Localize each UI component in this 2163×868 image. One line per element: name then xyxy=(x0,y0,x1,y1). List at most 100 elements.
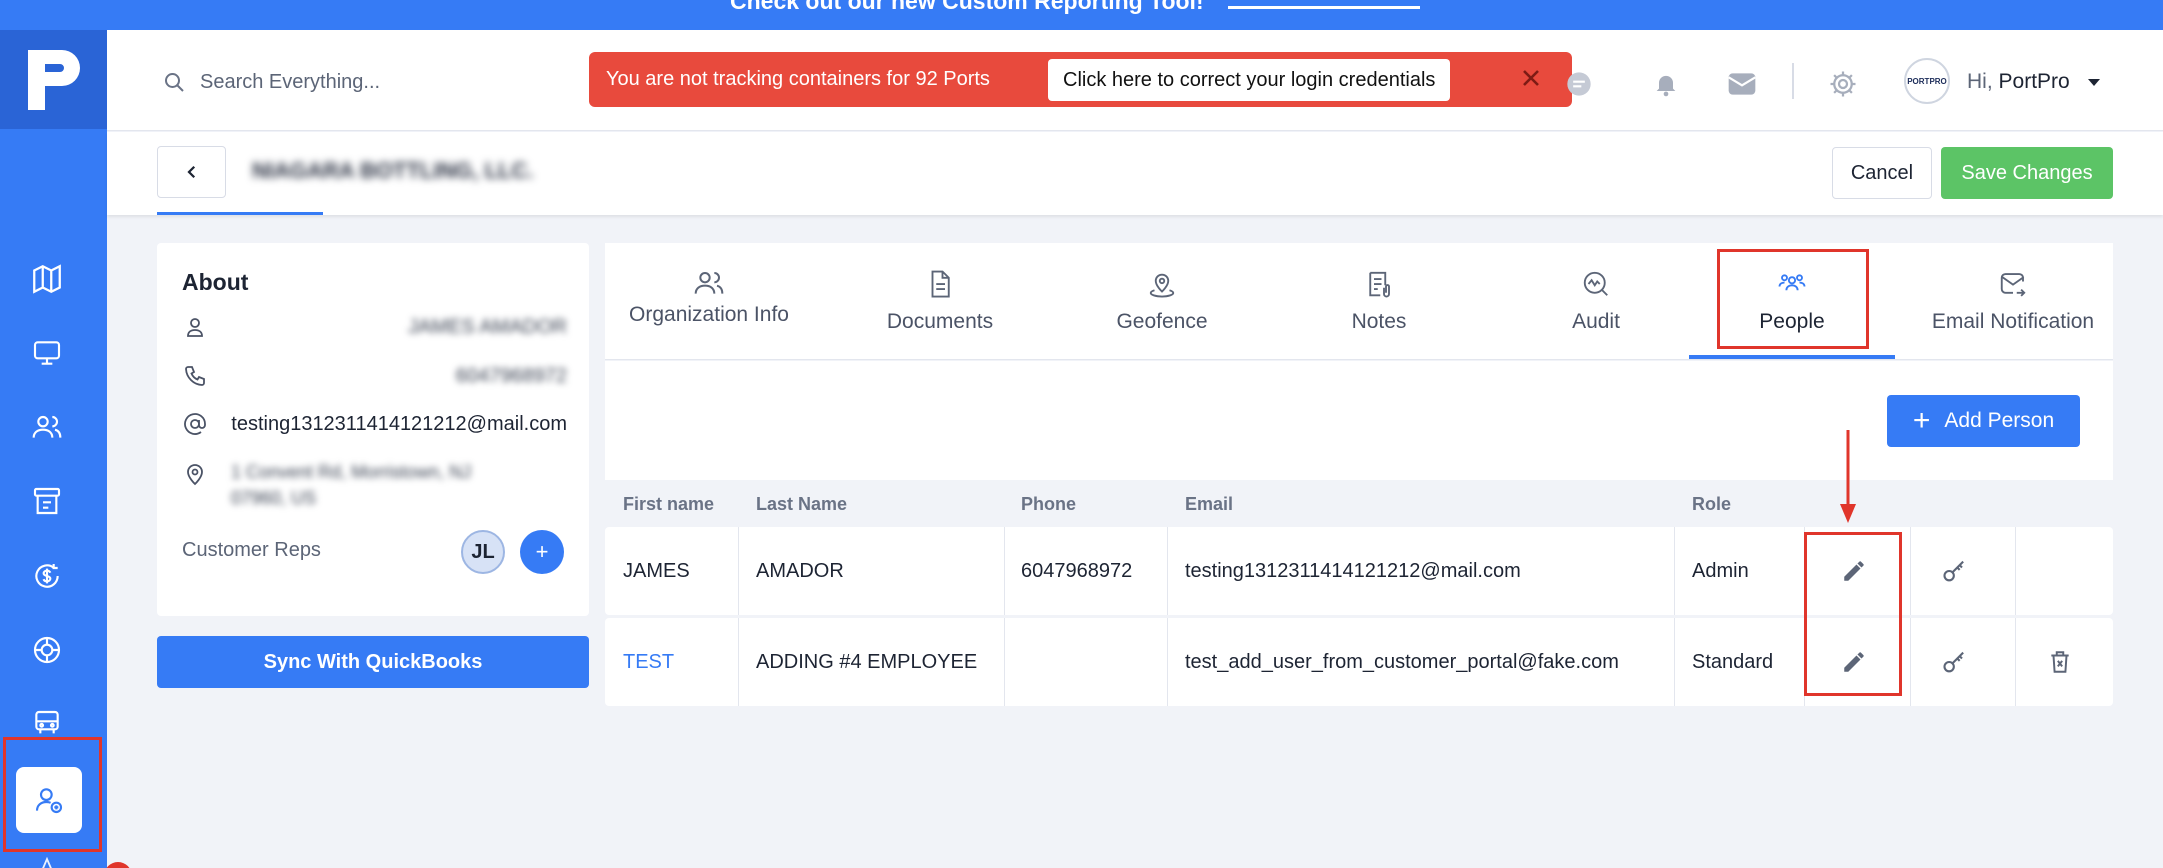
alert-message: You are not tracking containers for 92 P… xyxy=(606,68,990,90)
audit-icon xyxy=(1578,266,1614,302)
save-changes-button[interactable]: Save Changes xyxy=(1941,147,2113,199)
about-card: About JAMES AMADOR 6047968972 testing131… xyxy=(157,243,589,616)
last-name-cell: AMADOR xyxy=(756,559,844,582)
email-cell: testing1312311414121212@mail.com xyxy=(1185,559,1521,582)
tab-geofence[interactable]: Geofence xyxy=(1062,243,1262,360)
location-pin-icon xyxy=(182,461,208,487)
portpro-logo[interactable] xyxy=(0,30,107,129)
people-table-header: First name Last Name Phone Email Role xyxy=(605,480,2113,526)
person-icon xyxy=(182,314,208,340)
contact-email: testing1312311414121212@mail.com xyxy=(231,413,567,435)
monitor-icon[interactable] xyxy=(24,330,70,376)
key-icon[interactable] xyxy=(1935,551,1975,591)
first-name-link[interactable]: TEST xyxy=(623,618,674,706)
mail-icon[interactable] xyxy=(1725,67,1759,101)
phone-icon xyxy=(182,363,208,389)
user-name: PortPro xyxy=(1998,70,2070,93)
role-cell: Admin xyxy=(1692,559,1749,582)
about-title: About xyxy=(182,269,249,295)
tracking-alert: You are not tracking containers for 92 P… xyxy=(589,52,1572,107)
email-cell: test_add_user_from_customer_portal@fake.… xyxy=(1185,650,1619,673)
sidebar xyxy=(0,30,107,868)
tab-label: Documents xyxy=(886,310,994,333)
title-underline xyxy=(157,212,323,215)
column-header: Phone xyxy=(1021,494,1077,514)
people-toolbar: + Add Person xyxy=(605,361,2113,480)
annotation-arrow-icon xyxy=(1840,430,1856,523)
tab-bar: Organization Info Documents Geofence Not… xyxy=(605,243,2113,360)
rep-avatar[interactable]: JL xyxy=(461,530,505,574)
tab-email-notification[interactable]: Email Notification xyxy=(1913,243,2113,360)
contact-name: JAMES AMADOR xyxy=(408,316,567,338)
chat-icon[interactable] xyxy=(1562,67,1596,101)
document-icon xyxy=(922,266,958,302)
header-divider xyxy=(1792,63,1794,99)
column-header: Last Name xyxy=(756,494,848,514)
organization-icon xyxy=(691,265,727,301)
cancel-button[interactable]: Cancel xyxy=(1832,147,1932,199)
notification-badge xyxy=(104,862,132,868)
search-input[interactable] xyxy=(200,70,500,94)
back-button[interactable] xyxy=(157,146,226,198)
geofence-icon xyxy=(1144,266,1180,302)
tab-notes[interactable]: Notes xyxy=(1279,243,1479,360)
email-notification-icon xyxy=(1995,266,2031,302)
bell-icon[interactable] xyxy=(1649,67,1683,101)
chevron-left-icon xyxy=(186,165,195,179)
contact-phone: 6047968972 xyxy=(455,365,567,387)
page-toolbar: NIAGARA BOTTLING, LLC. Cancel Save Chang… xyxy=(107,132,2163,215)
chevron-down-icon xyxy=(2087,78,2100,86)
column-header: Role xyxy=(1692,494,1732,514)
add-person-label: Add Person xyxy=(1944,409,2055,432)
active-tab-indicator xyxy=(1689,355,1895,359)
banner-link[interactable] xyxy=(1228,0,1420,9)
tab-label: Notes xyxy=(1351,310,1407,333)
tab-label: Email Notification xyxy=(1931,310,2095,333)
tab-organization-info[interactable]: Organization Info xyxy=(605,243,813,360)
tab-label: Organization Info xyxy=(629,303,789,326)
sync-quickbooks-button[interactable]: Sync With QuickBooks xyxy=(157,636,589,688)
annotation-box-sidebar xyxy=(3,737,102,852)
search-bar xyxy=(162,70,500,94)
contact-address: 1 Convent Rd, Morristown, NJ 07960, US xyxy=(231,462,472,508)
users-icon[interactable] xyxy=(24,404,70,450)
gear-icon[interactable] xyxy=(1826,67,1860,101)
delete-icon[interactable] xyxy=(2040,642,2080,682)
role-cell: Standard xyxy=(1692,650,1774,673)
greeting-hi: Hi, xyxy=(1967,70,1993,93)
avatar[interactable]: PORTPRO xyxy=(1904,58,1950,104)
add-rep-button[interactable]: + xyxy=(520,530,564,574)
annotation-box-edit-column xyxy=(1804,532,1902,696)
tab-documents[interactable]: Documents xyxy=(840,243,1040,360)
page-title: NIAGARA BOTTLING, LLC. xyxy=(252,158,534,183)
tire-icon[interactable] xyxy=(24,627,70,673)
header: You are not tracking containers for 92 P… xyxy=(107,30,2163,131)
first-name-cell: JAMES xyxy=(623,559,690,582)
phone-cell: 6047968972 xyxy=(1021,559,1133,582)
close-icon[interactable] xyxy=(1517,64,1545,92)
add-person-button[interactable]: + Add Person xyxy=(1887,395,2080,447)
last-name-cell: ADDING #4 EMPLOYEE xyxy=(756,650,978,673)
column-header: Email xyxy=(1185,494,1234,514)
dollar-icon[interactable] xyxy=(24,553,70,599)
key-icon[interactable] xyxy=(1935,642,1975,682)
correct-credentials-button[interactable]: Click here to correct your login credent… xyxy=(1048,59,1451,101)
more-icon[interactable] xyxy=(24,842,70,868)
user-menu[interactable]: Hi, PortPro xyxy=(1967,70,2100,94)
phone-row: 6047968972 xyxy=(182,359,567,393)
search-icon xyxy=(165,73,184,92)
column-header: First name xyxy=(623,494,715,514)
at-icon xyxy=(182,411,208,437)
map-icon[interactable] xyxy=(24,256,70,302)
tab-label: Audit xyxy=(1572,310,1620,333)
tab-audit[interactable]: Audit xyxy=(1496,243,1696,360)
top-banner: Check out our new Custom Reporting Tool! xyxy=(0,0,2163,30)
email-row: testing1312311414121212@mail.com xyxy=(182,407,567,441)
annotation-box-people-tab xyxy=(1717,249,1869,349)
contact-row: JAMES AMADOR xyxy=(182,310,567,344)
billing-icon[interactable] xyxy=(24,478,70,524)
customer-reps-label: Customer Reps xyxy=(182,539,321,561)
banner-text: Check out our new Custom Reporting Tool! xyxy=(730,0,1204,14)
plus-icon: + xyxy=(1912,404,1931,437)
tab-label: Geofence xyxy=(1116,310,1208,333)
